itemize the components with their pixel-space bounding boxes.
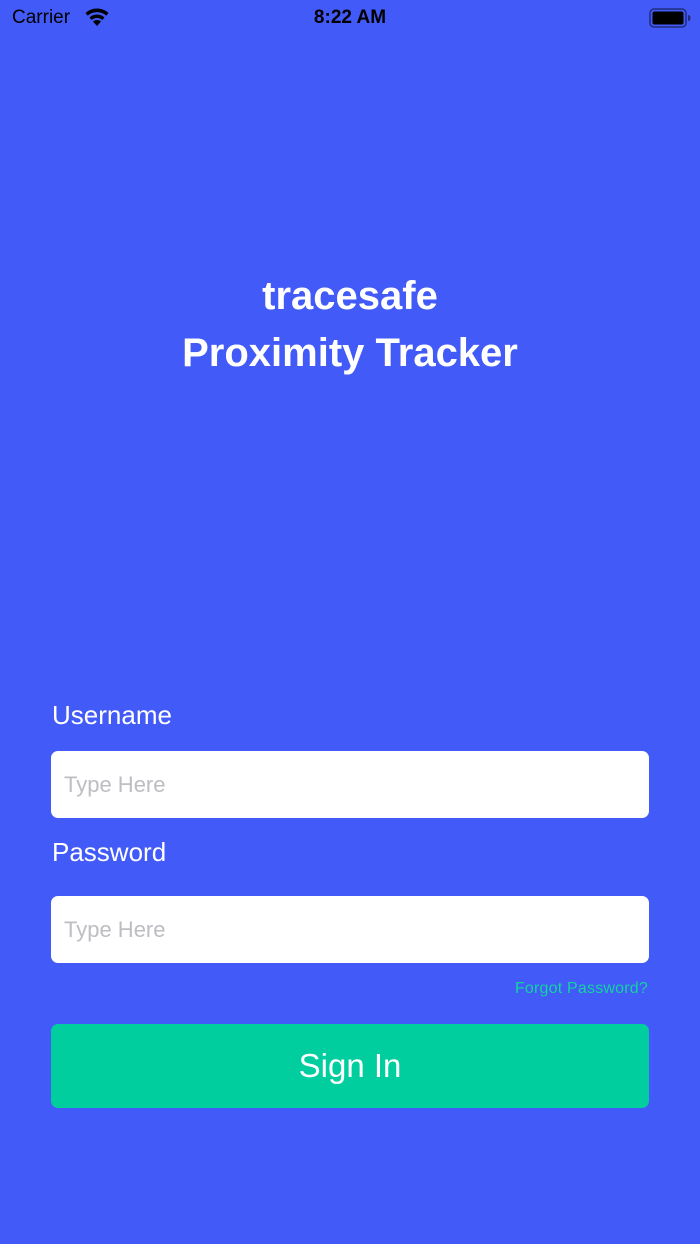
app-title-line-brand: tracesafe <box>262 274 438 318</box>
sign-in-button[interactable]: Sign In <box>51 1024 649 1108</box>
password-label: Password <box>52 837 167 867</box>
password-input[interactable] <box>51 896 649 963</box>
app-title: tracesafe Proximity Tracker <box>0 268 700 382</box>
status-bar: Carrier 8:22 AM <box>0 0 700 36</box>
username-label: Username <box>52 700 172 730</box>
app-title-line-product: Proximity Tracker <box>182 331 518 375</box>
clock: 8:22 AM <box>313 7 387 28</box>
battery-full-icon <box>649 8 691 28</box>
forgot-password-link[interactable]: Forgot Password? <box>515 980 648 998</box>
username-input[interactable] <box>51 751 649 818</box>
